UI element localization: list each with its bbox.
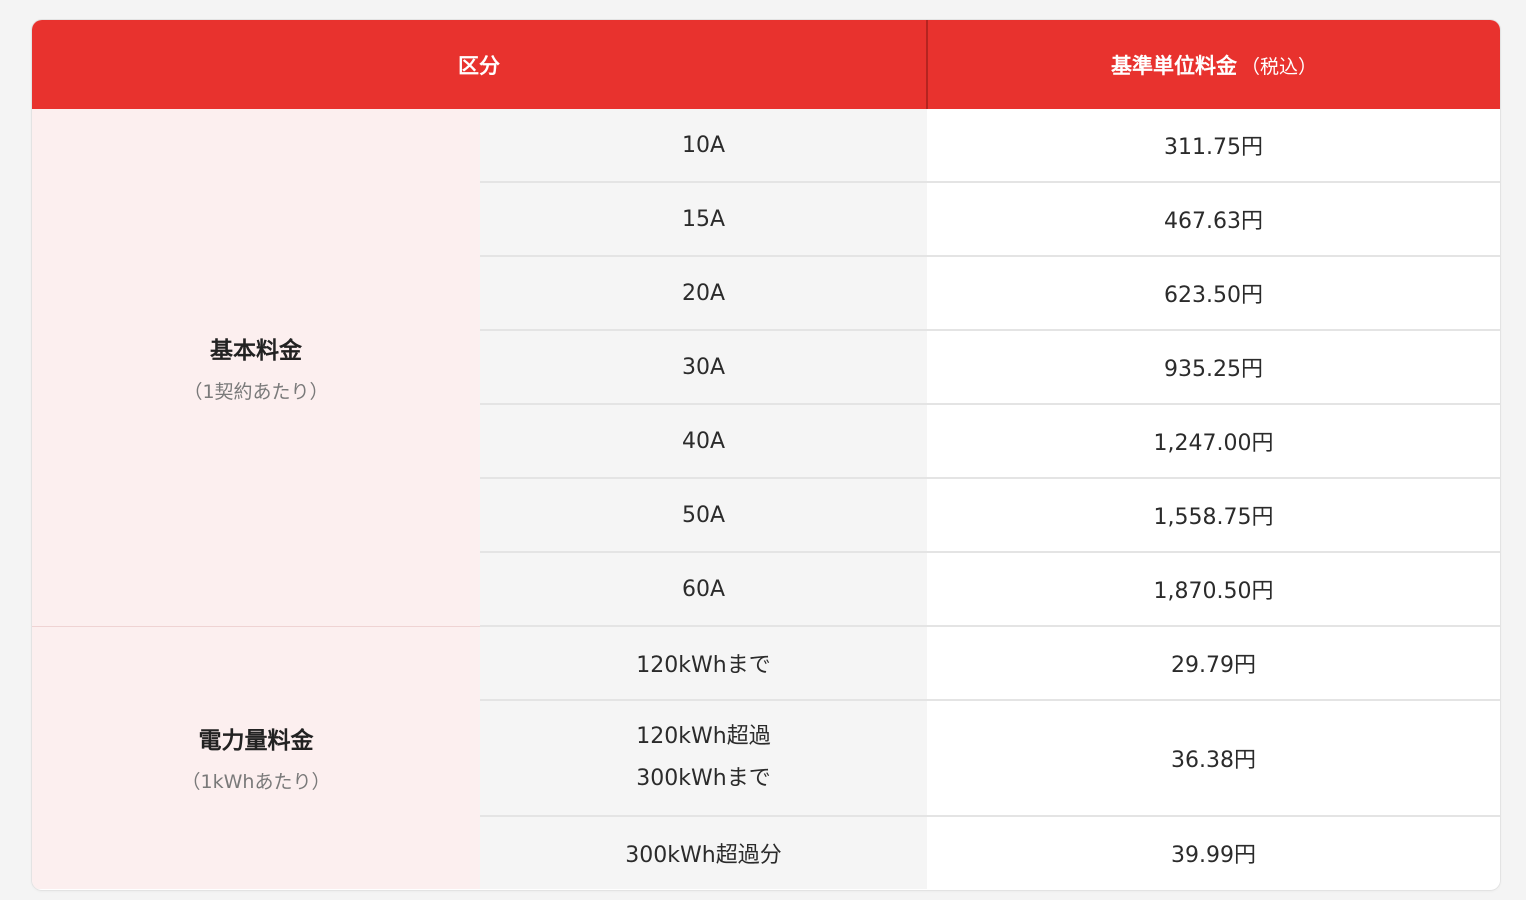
size-cell: 10A — [480, 109, 927, 183]
price-cell: 623.50円 — [927, 256, 1500, 331]
rate-table: 区分 基準単位料金 （税込） 基本料金 （1契約あたり） 10A 311.75円 … — [32, 20, 1500, 889]
price-cell: 39.99円 — [927, 816, 1500, 889]
category-title: 電力量料金 — [198, 728, 314, 755]
header-category-label: 区分 — [458, 53, 500, 78]
size-cell: 20A — [480, 256, 927, 331]
table-row: 基本料金 （1契約あたり） 10A 311.75円 — [32, 109, 1500, 627]
header-price-label: 基準単位料金 — [1110, 53, 1237, 78]
size-cell: 120kWhまで — [480, 626, 927, 701]
price-cell: 467.63円 — [927, 182, 1500, 257]
rate-table-card: 区分 基準単位料金 （税込） 基本料金 （1契約あたり） 10A 311.75円 … — [32, 20, 1500, 890]
size-cell: 30A — [480, 330, 927, 405]
size-cell: 50A — [480, 478, 927, 553]
header-price-note: （税込） — [1240, 55, 1317, 78]
table-header-row: 区分 基準単位料金 （税込） — [32, 20, 1500, 109]
size-cell: 60A — [480, 552, 927, 627]
size-line: 120kWh超過 — [636, 724, 771, 749]
size-cell: 120kWh超過 300kWhまで — [480, 700, 927, 817]
header-category: 区分 — [32, 20, 927, 109]
header-price: 基準単位料金 （税込） — [926, 20, 1500, 109]
table-row: 電力量料金 （1kWhあたり） 120kWhまで 29.79円 — [32, 626, 1500, 889]
size-cell: 40A — [480, 404, 927, 479]
size-line: 300kWhまで — [636, 766, 771, 791]
category-title: 基本料金 — [210, 337, 302, 364]
price-cell: 29.79円 — [927, 626, 1500, 701]
price-cell: 1,247.00円 — [927, 404, 1500, 479]
category-note: （1契約あたり） — [183, 380, 329, 403]
price-cell: 935.25円 — [927, 330, 1500, 405]
price-cell: 311.75円 — [927, 109, 1500, 183]
category-basic: 基本料金 （1契約あたり） — [32, 109, 480, 627]
price-cell: 1,558.75円 — [927, 478, 1500, 553]
price-cell: 36.38円 — [927, 700, 1500, 817]
category-energy: 電力量料金 （1kWhあたり） — [32, 626, 480, 889]
size-cell: 300kWh超過分 — [480, 816, 927, 889]
size-cell: 15A — [480, 182, 927, 257]
price-cell: 1,870.50円 — [927, 552, 1500, 627]
category-note: （1kWhあたり） — [181, 771, 331, 794]
